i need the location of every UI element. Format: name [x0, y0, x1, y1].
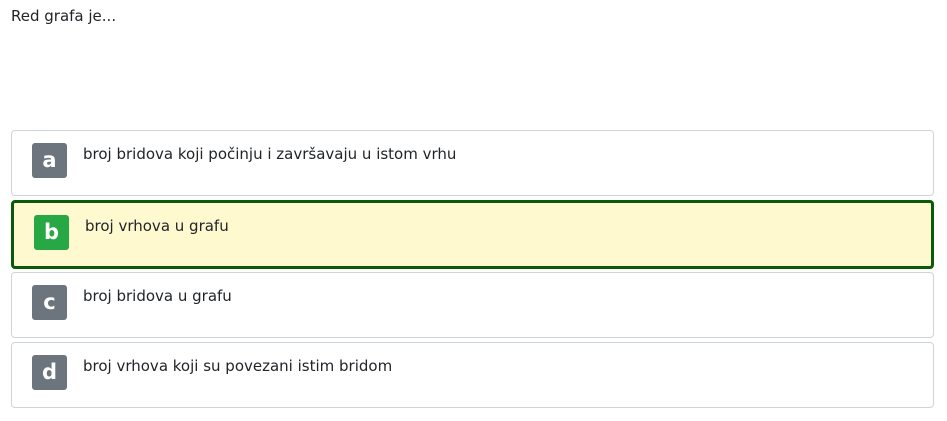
- answer-option-c[interactable]: c broj bridova u grafu: [11, 272, 934, 338]
- answer-text: broj bridova u grafu: [83, 287, 232, 305]
- answer-text: broj vrhova koji su povezani istim brido…: [83, 357, 393, 375]
- answer-letter-badge: d: [32, 355, 67, 390]
- answer-text: broj bridova koji počinju i završavaju u…: [83, 145, 457, 163]
- answer-letter-badge: a: [32, 143, 67, 178]
- answer-letter-badge: c: [32, 285, 67, 320]
- question-text: Red grafa je...: [11, 7, 117, 25]
- answer-letter-badge: b: [34, 215, 69, 250]
- answer-options: a broj bridova koji počinju i završavaju…: [11, 130, 934, 412]
- answer-text: broj vrhova u grafu: [85, 217, 229, 235]
- answer-option-b[interactable]: b broj vrhova u grafu: [11, 200, 934, 269]
- quiz-question: Red grafa je... a broj bridova koji poči…: [0, 0, 947, 421]
- answer-option-d[interactable]: d broj vrhova koji su povezani istim bri…: [11, 342, 934, 408]
- answer-option-a[interactable]: a broj bridova koji počinju i završavaju…: [11, 130, 934, 196]
